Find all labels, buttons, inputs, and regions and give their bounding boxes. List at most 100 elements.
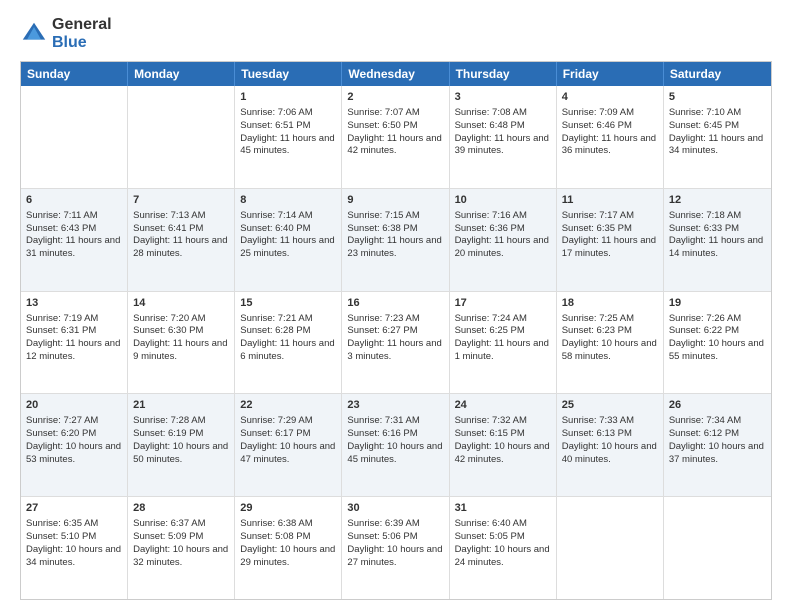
day-number: 15	[240, 296, 336, 311]
day-info: Sunrise: 7:25 AM	[562, 313, 658, 326]
day-info: Sunrise: 7:26 AM	[669, 313, 766, 326]
calendar-header: SundayMondayTuesdayWednesdayThursdayFrid…	[21, 62, 771, 86]
calendar-day: 26Sunrise: 7:34 AMSunset: 6:12 PMDayligh…	[664, 394, 771, 496]
day-info: Daylight: 11 hours and 12 minutes.	[26, 338, 122, 364]
day-info: Sunset: 6:13 PM	[562, 428, 658, 441]
day-info: Sunrise: 7:27 AM	[26, 415, 122, 428]
calendar-day: 27Sunrise: 6:35 AMSunset: 5:10 PMDayligh…	[21, 497, 128, 599]
day-number: 31	[455, 501, 551, 516]
page: General Blue SundayMondayTuesdayWednesda…	[0, 0, 792, 612]
calendar-day: 1 Sunrise: 7:06 AMSunset: 6:51 PMDaylight…	[235, 86, 342, 188]
logo-icon	[20, 20, 48, 48]
day-number: 25	[562, 398, 658, 413]
day-info: Sunrise: 7:34 AM	[669, 415, 766, 428]
day-info: Sunset: 6:23 PM	[562, 325, 658, 338]
weekday-header: Sunday	[21, 62, 128, 86]
weekday-header: Tuesday	[235, 62, 342, 86]
day-number: 1	[240, 90, 336, 105]
day-number: 23	[347, 398, 443, 413]
day-info: Daylight: 11 hours and 42 minutes.	[347, 133, 443, 159]
day-info: Daylight: 10 hours and 40 minutes.	[562, 441, 658, 467]
day-info: Sunset: 6:33 PM	[669, 223, 766, 236]
day-info: Sunrise: 7:11 AM	[26, 210, 122, 223]
day-info: Sunrise: 7:21 AM	[240, 313, 336, 326]
day-info: Sunset: 6:51 PM	[240, 120, 336, 133]
day-number: 29	[240, 501, 336, 516]
day-info: Daylight: 11 hours and 17 minutes.	[562, 235, 658, 261]
day-info: Sunrise: 7:06 AM	[240, 107, 336, 120]
empty-day	[664, 497, 771, 599]
calendar-day: 5Sunrise: 7:10 AMSunset: 6:45 PMDaylight…	[664, 86, 771, 188]
day-info: Daylight: 11 hours and 6 minutes.	[240, 338, 336, 364]
calendar-day: 20Sunrise: 7:27 AMSunset: 6:20 PMDayligh…	[21, 394, 128, 496]
day-info: Sunset: 6:48 PM	[455, 120, 551, 133]
day-info: Sunset: 6:36 PM	[455, 223, 551, 236]
day-info: Sunrise: 7:07 AM	[347, 107, 443, 120]
day-info: Daylight: 11 hours and 45 minutes.	[240, 133, 336, 159]
day-info: Daylight: 10 hours and 24 minutes.	[455, 544, 551, 570]
day-info: Sunset: 6:46 PM	[562, 120, 658, 133]
day-number: 11	[562, 193, 658, 208]
day-number: 28	[133, 501, 229, 516]
day-number: 26	[669, 398, 766, 413]
day-info: Daylight: 11 hours and 31 minutes.	[26, 235, 122, 261]
day-info: Daylight: 11 hours and 28 minutes.	[133, 235, 229, 261]
day-info: Sunset: 6:27 PM	[347, 325, 443, 338]
day-number: 14	[133, 296, 229, 311]
calendar-day: 7Sunrise: 7:13 AMSunset: 6:41 PMDaylight…	[128, 189, 235, 291]
empty-day	[128, 86, 235, 188]
day-number: 2	[347, 90, 443, 105]
day-info: Sunset: 6:25 PM	[455, 325, 551, 338]
day-info: Sunrise: 7:28 AM	[133, 415, 229, 428]
day-info: Sunset: 6:16 PM	[347, 428, 443, 441]
calendar-day: 8Sunrise: 7:14 AMSunset: 6:40 PMDaylight…	[235, 189, 342, 291]
day-number: 19	[669, 296, 766, 311]
calendar-day: 11Sunrise: 7:17 AMSunset: 6:35 PMDayligh…	[557, 189, 664, 291]
calendar-day: 4Sunrise: 7:09 AMSunset: 6:46 PMDaylight…	[557, 86, 664, 188]
logo: General Blue	[20, 16, 112, 51]
day-number: 8	[240, 193, 336, 208]
day-number: 27	[26, 501, 122, 516]
weekday-header: Thursday	[450, 62, 557, 86]
day-info: Sunset: 6:43 PM	[26, 223, 122, 236]
day-info: Sunset: 6:28 PM	[240, 325, 336, 338]
calendar-day: 2 Sunrise: 7:07 AMSunset: 6:50 PMDaylight…	[342, 86, 449, 188]
day-info: Sunset: 5:10 PM	[26, 531, 122, 544]
day-info: Daylight: 11 hours and 36 minutes.	[562, 133, 658, 159]
day-info: Sunrise: 7:31 AM	[347, 415, 443, 428]
day-info: Sunset: 6:12 PM	[669, 428, 766, 441]
empty-day	[557, 497, 664, 599]
day-info: Sunset: 6:20 PM	[26, 428, 122, 441]
day-info: Sunset: 6:41 PM	[133, 223, 229, 236]
day-info: Daylight: 10 hours and 27 minutes.	[347, 544, 443, 570]
weekday-header: Saturday	[664, 62, 771, 86]
calendar-row: 13Sunrise: 7:19 AMSunset: 6:31 PMDayligh…	[21, 291, 771, 394]
day-number: 10	[455, 193, 551, 208]
day-number: 17	[455, 296, 551, 311]
day-info: Sunrise: 7:10 AM	[669, 107, 766, 120]
calendar-day: 18Sunrise: 7:25 AMSunset: 6:23 PMDayligh…	[557, 292, 664, 394]
calendar-day: 6Sunrise: 7:11 AMSunset: 6:43 PMDaylight…	[21, 189, 128, 291]
calendar-day: 9Sunrise: 7:15 AMSunset: 6:38 PMDaylight…	[342, 189, 449, 291]
calendar-day: 15 Sunrise: 7:21 AMSunset: 6:28 PMDayligh…	[235, 292, 342, 394]
day-info: Sunrise: 7:23 AM	[347, 313, 443, 326]
day-info: Sunset: 6:50 PM	[347, 120, 443, 133]
calendar-day: 31Sunrise: 6:40 AMSunset: 5:05 PMDayligh…	[450, 497, 557, 599]
day-number: 3	[455, 90, 551, 105]
calendar-day: 19Sunrise: 7:26 AMSunset: 6:22 PMDayligh…	[664, 292, 771, 394]
calendar-day: 25Sunrise: 7:33 AMSunset: 6:13 PMDayligh…	[557, 394, 664, 496]
day-number: 12	[669, 193, 766, 208]
day-number: 13	[26, 296, 122, 311]
calendar-row: 20Sunrise: 7:27 AMSunset: 6:20 PMDayligh…	[21, 393, 771, 496]
day-number: 5	[669, 90, 766, 105]
day-info: Daylight: 10 hours and 47 minutes.	[240, 441, 336, 467]
day-number: 21	[133, 398, 229, 413]
day-info: Sunrise: 7:09 AM	[562, 107, 658, 120]
day-info: Sunrise: 7:08 AM	[455, 107, 551, 120]
calendar-day: 17Sunrise: 7:24 AMSunset: 6:25 PMDayligh…	[450, 292, 557, 394]
day-info: Sunrise: 6:39 AM	[347, 518, 443, 531]
day-number: 18	[562, 296, 658, 311]
day-info: Sunrise: 6:38 AM	[240, 518, 336, 531]
day-info: Daylight: 11 hours and 25 minutes.	[240, 235, 336, 261]
day-info: Sunrise: 7:20 AM	[133, 313, 229, 326]
